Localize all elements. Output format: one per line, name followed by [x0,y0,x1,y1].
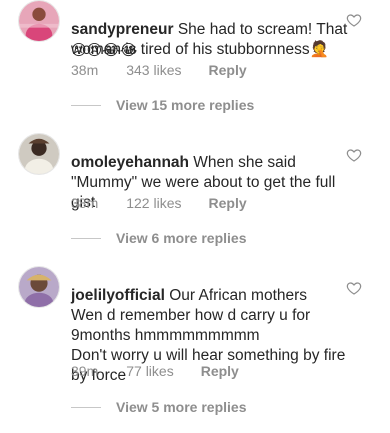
comment-likes[interactable]: 122 likes [126,195,181,211]
comment-likes[interactable]: 77 likes [126,363,173,379]
comment-username[interactable]: joelilyofficial [71,287,165,304]
comment-meta: 39m 77 likes Reply [71,363,239,379]
view-more-label: View 15 more replies [116,97,255,113]
comment-likes[interactable]: 343 likes [126,62,181,78]
avatar[interactable] [18,0,60,42]
reply-button[interactable]: Reply [209,195,247,211]
reply-button[interactable]: Reply [201,363,239,379]
comment-username[interactable]: sandypreneur [71,21,174,38]
view-more-replies[interactable]: View 15 more replies [71,97,254,113]
heart-outline-icon[interactable] [346,147,362,163]
view-more-replies[interactable]: View 6 more replies [71,230,246,246]
comment-meta: 38m 122 likes Reply [71,195,247,211]
heart-outline-icon[interactable] [346,12,362,28]
comment-meta: 38m 343 likes Reply [71,62,247,78]
view-more-label: View 5 more replies [116,399,247,415]
divider-line [71,237,101,239]
heart-outline-icon[interactable] [346,280,362,296]
view-more-label: View 6 more replies [116,230,247,246]
view-more-replies[interactable]: View 5 more replies [71,399,246,415]
comment-username[interactable]: omoleyehannah [71,154,189,171]
divider-line [71,406,101,408]
divider-line [71,104,101,106]
comment-emojis: 😢😢😂😂 [71,41,138,59]
avatar[interactable] [18,133,60,175]
reply-button[interactable]: Reply [209,62,247,78]
comment-time: 38m [71,62,99,78]
comment-time: 39m [71,363,99,379]
comment-time: 38m [71,195,99,211]
avatar[interactable] [18,266,60,308]
